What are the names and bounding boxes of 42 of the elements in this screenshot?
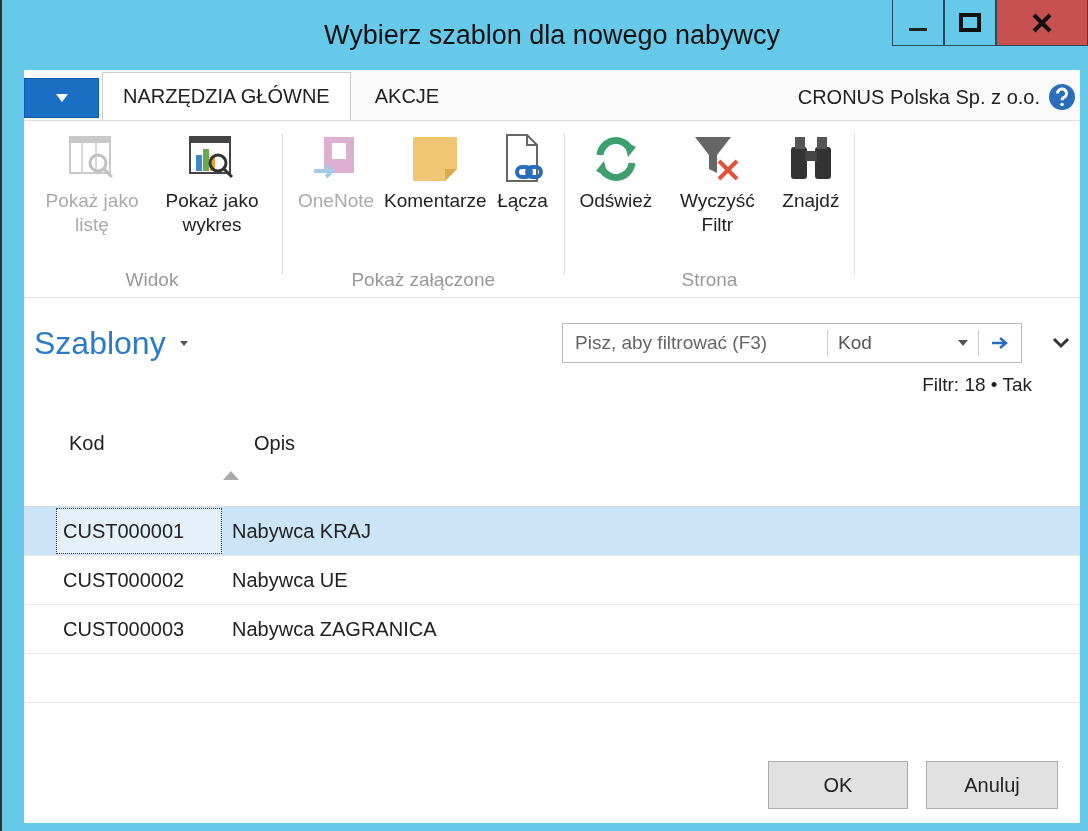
column-header[interactable]: Kod <box>24 396 239 506</box>
caret-icon[interactable] <box>958 340 968 346</box>
maximize-icon <box>958 11 982 34</box>
page-title[interactable]: Szablony <box>34 324 188 362</box>
ribbon-group-label: Pokaż załączone <box>351 269 496 292</box>
table-row[interactable]: CUST000003 Nabywca ZAGRANICA <box>24 605 1080 654</box>
table-cell: CUST000001 <box>56 508 222 554</box>
table-cell-text: Nabywca ZAGRANICA <box>231 617 437 641</box>
minimize-button[interactable] <box>892 0 944 46</box>
maximize-button[interactable] <box>944 0 996 46</box>
close-icon <box>1031 11 1053 34</box>
table-row[interactable]: CUST000001 Nabywca KRAJ <box>24 507 1080 556</box>
dialog-button[interactable]: OK <box>768 761 908 809</box>
link-action[interactable]: Łącza <box>493 133 552 269</box>
field-dropdown[interactable]: Kod <box>828 332 958 354</box>
table-cell-text: Nabywca UE <box>231 568 348 592</box>
find-action[interactable]: Znajdź <box>779 133 843 269</box>
clear-filter-action[interactable]: Wyczyść Filtr <box>659 133 776 269</box>
table-cell-text: CUST000003 <box>62 617 186 642</box>
window-title: Wybierz szablon dla nowego nabywcy <box>324 19 780 51</box>
caret-icon <box>179 340 188 346</box>
filter-bar[interactable]: Pisz, aby filtrować (F3) Kod <box>562 323 1022 363</box>
chevron-icon[interactable] <box>1052 337 1070 349</box>
arrow-icon[interactable] <box>991 337 1009 349</box>
ribbon-tab[interactable]: AKCJE <box>353 72 461 120</box>
column-header[interactable]: Opis <box>239 396 296 506</box>
filter-status: Filtr: 18 • Tak <box>921 374 1033 396</box>
chart-view-action[interactable]: Pokaż jako wykres <box>154 133 270 269</box>
minimize-icon <box>909 28 927 31</box>
close-button[interactable] <box>996 0 1088 46</box>
refresh-action[interactable]: Odśwież <box>576 133 656 269</box>
table-row[interactable]: CUST000002 Nabywca UE <box>24 556 1080 605</box>
ribbon-tab[interactable]: NARZĘDZIA GŁÓWNE <box>102 72 351 120</box>
company-name: CRONUS Polska Sp. z o.o. <box>797 85 1040 109</box>
table-cell-text: Nabywca KRAJ <box>231 519 371 543</box>
dialog-button[interactable]: Anuluj <box>926 761 1058 809</box>
note-action[interactable]: Komentarze <box>381 133 490 269</box>
ribbon-group-label: Strona <box>681 269 738 292</box>
ribbon-group-label: Widok <box>125 269 179 292</box>
table-cell-text: CUST000002 <box>62 568 186 593</box>
caret-icon <box>54 93 69 103</box>
help-icon[interactable] <box>1048 83 1076 111</box>
